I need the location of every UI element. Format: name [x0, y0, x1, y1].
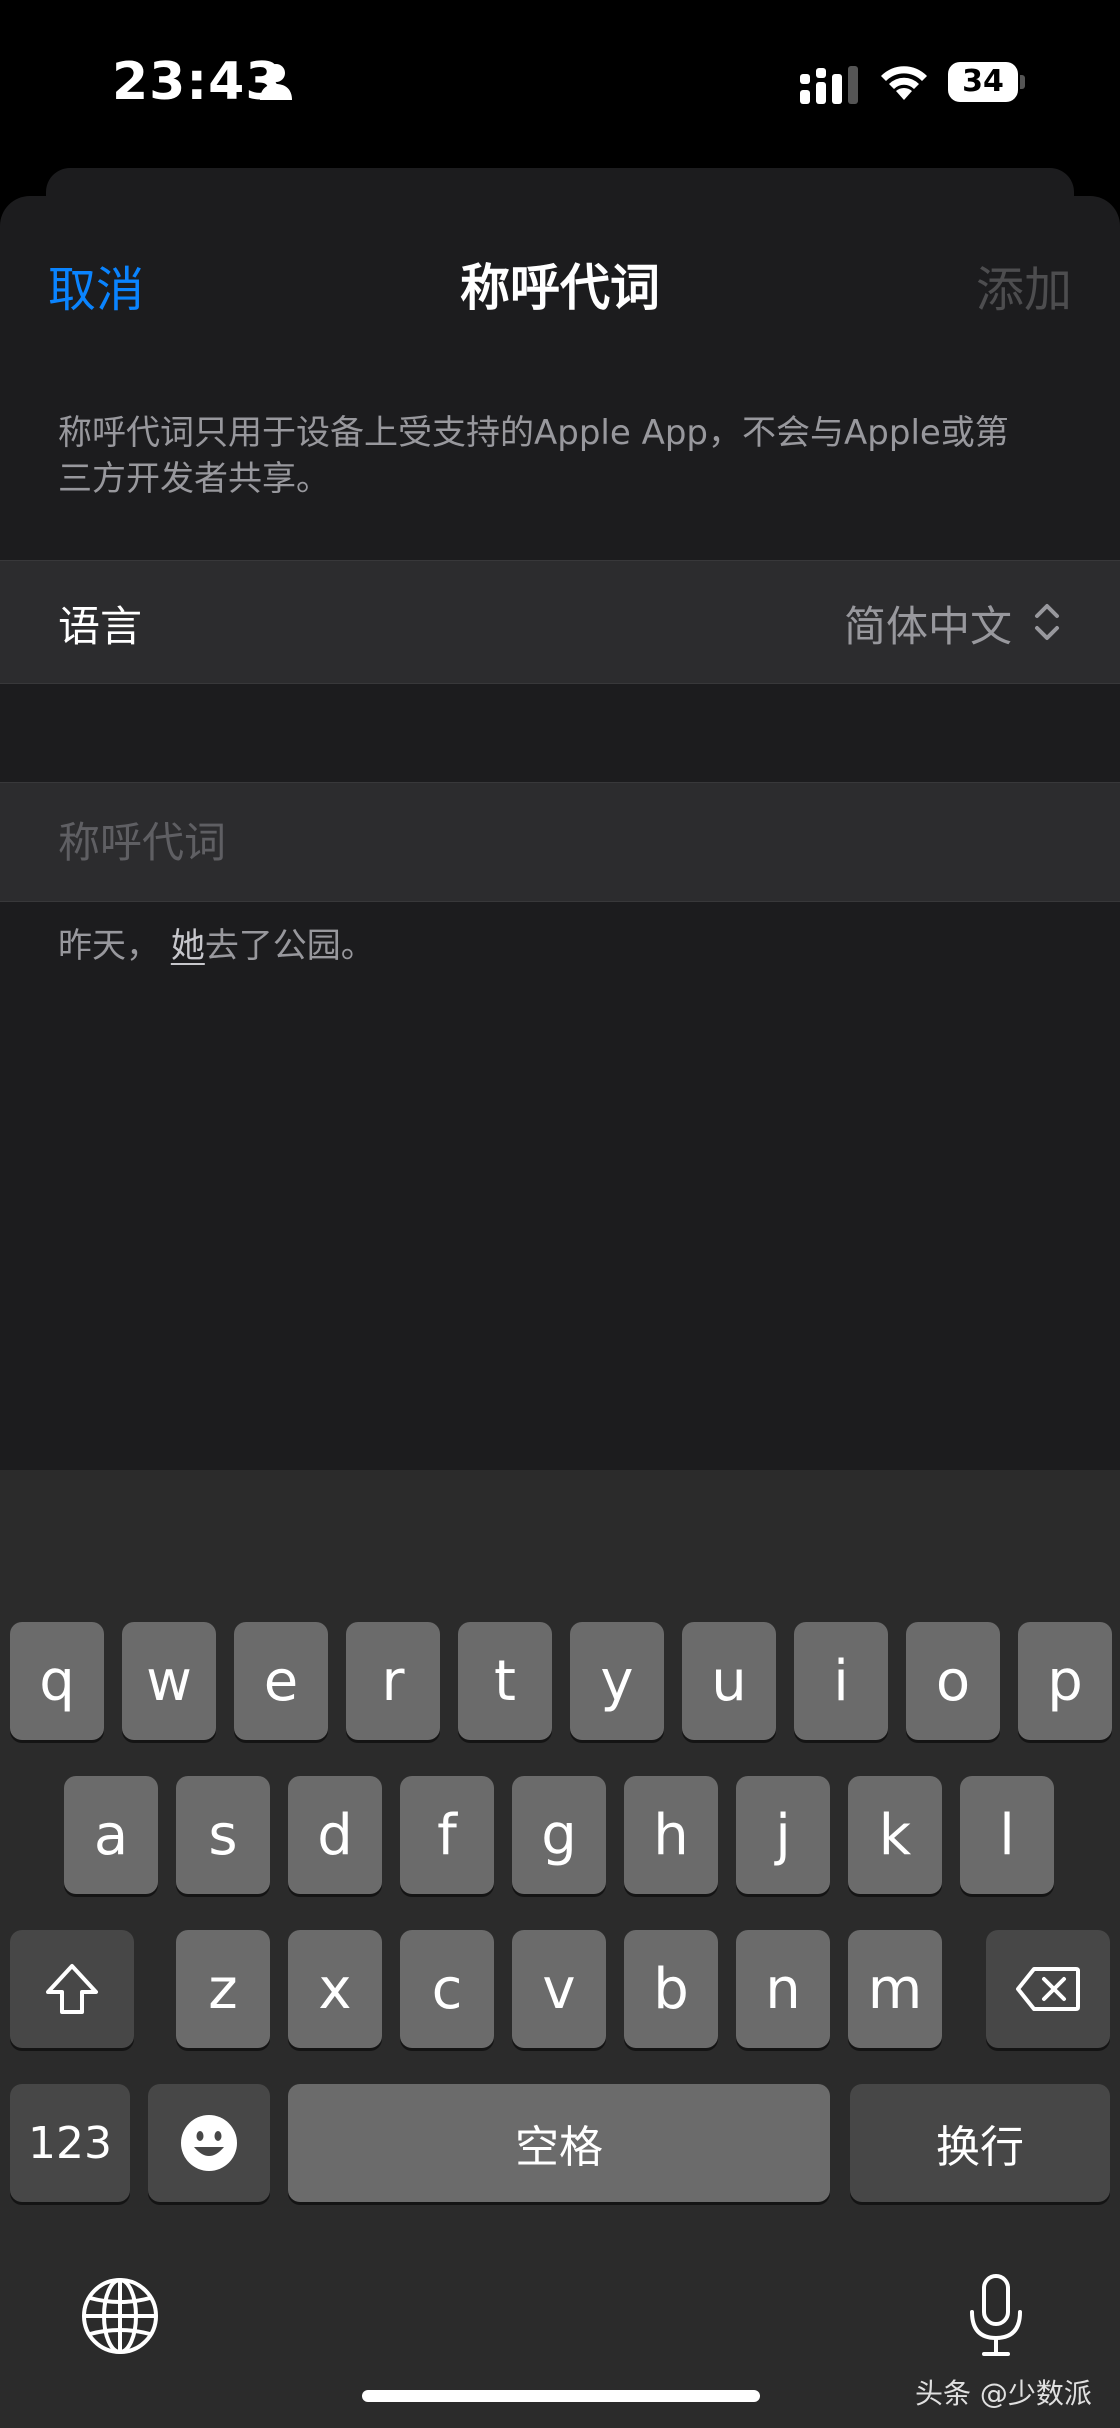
example-suffix: 去了公园。	[204, 926, 375, 966]
shift-icon	[46, 1964, 98, 2014]
key-r[interactable]: r	[346, 1622, 440, 1740]
example-prefix: 昨天，	[58, 926, 160, 966]
key-v[interactable]: v	[512, 1930, 606, 2048]
key-l[interactable]: l	[960, 1776, 1054, 1894]
key-y[interactable]: y	[570, 1622, 664, 1740]
microphone-icon[interactable]	[966, 2272, 1026, 2360]
numbers-key[interactable]: 123	[10, 2084, 130, 2202]
example-sentence: 昨天， 她去了公园。	[58, 918, 375, 967]
key-p[interactable]: p	[1018, 1622, 1112, 1740]
key-a[interactable]: a	[64, 1776, 158, 1894]
return-key[interactable]: 换行	[850, 2084, 1110, 2202]
shift-key[interactable]	[10, 1930, 134, 2048]
key-i[interactable]: i	[794, 1622, 888, 1740]
key-x[interactable]: x	[288, 1930, 382, 2048]
status-bar: 23:43 34	[0, 0, 1120, 165]
key-g[interactable]: g	[512, 1776, 606, 1894]
backspace-key[interactable]	[986, 1930, 1110, 2048]
delete-icon	[1016, 1967, 1080, 2011]
space-key[interactable]: 空格	[288, 2084, 830, 2202]
key-q[interactable]: q	[10, 1622, 104, 1740]
language-value[interactable]: 简体中文	[844, 593, 1012, 654]
key-m[interactable]: m	[848, 1930, 942, 2048]
battery-level: 34	[962, 64, 1004, 99]
globe-icon[interactable]	[80, 2276, 160, 2356]
pronoun-input-row	[0, 782, 1120, 902]
emoji-key[interactable]	[148, 2084, 270, 2202]
key-j[interactable]: j	[736, 1776, 830, 1894]
key-b[interactable]: b	[624, 1930, 718, 2048]
person-icon	[260, 64, 292, 100]
key-f[interactable]: f	[400, 1776, 494, 1894]
key-k[interactable]: k	[848, 1776, 942, 1894]
status-time: 23:43	[112, 52, 283, 112]
key-t[interactable]: t	[458, 1622, 552, 1740]
language-row[interactable]: 语言 简体中文	[0, 560, 1120, 684]
add-button[interactable]: 添加	[976, 250, 1072, 320]
emoji-icon	[181, 2115, 237, 2171]
wifi-icon	[881, 66, 927, 100]
description-text: 称呼代词只用于设备上受支持的Apple App，不会与Apple或第三方开发者共…	[58, 413, 1009, 499]
key-h[interactable]: h	[624, 1776, 718, 1894]
page-title: 称呼代词	[460, 259, 660, 317]
key-n[interactable]: n	[736, 1930, 830, 2048]
key-z[interactable]: z	[176, 1930, 270, 2048]
watermark: 头条 @少数派	[915, 2377, 1092, 2410]
pronoun-input[interactable]	[58, 803, 1058, 881]
key-u[interactable]: u	[682, 1622, 776, 1740]
chevron-up-down-icon	[1035, 604, 1059, 640]
signal-icon	[800, 66, 858, 104]
key-d[interactable]: d	[288, 1776, 382, 1894]
language-label: 语言	[58, 602, 143, 651]
home-indicator[interactable]	[362, 2390, 760, 2402]
key-c[interactable]: c	[400, 1930, 494, 2048]
key-o[interactable]: o	[906, 1622, 1000, 1740]
key-e[interactable]: e	[234, 1622, 328, 1740]
key-w[interactable]: w	[122, 1622, 216, 1740]
battery-icon: 34	[948, 62, 1025, 102]
example-pronoun: 她	[170, 926, 205, 966]
key-s[interactable]: s	[176, 1776, 270, 1894]
